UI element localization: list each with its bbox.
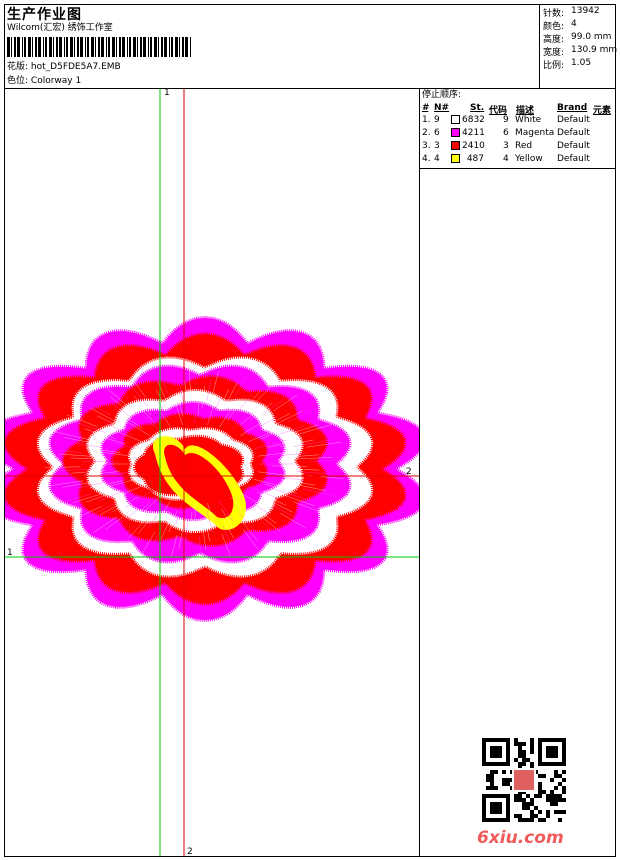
stat-stitches-value: 13942 [571, 6, 600, 16]
stat-ratio-label: 比例: [543, 61, 565, 71]
stat-width-label: 宽度: [543, 48, 565, 58]
row-code: 9 [503, 115, 509, 125]
page-title: 生产作业图 [7, 7, 82, 23]
studio-name: Wilcom(汇宏) 绣饰工作室 [7, 23, 113, 33]
barcode [7, 37, 191, 57]
stat-width-value: 130.9 mm [571, 45, 618, 55]
row-brand: Default [557, 154, 590, 164]
row-description: Yellow [515, 154, 543, 164]
seal-icon [514, 770, 534, 790]
stat-colors: 颜色: 4 [543, 19, 577, 32]
row-n: 9 [434, 115, 440, 125]
row-n: 3 [434, 141, 440, 151]
design-canvas [5, 89, 419, 856]
sequence-bottom-divider [419, 168, 616, 169]
axis-label-red-right: 2 [406, 467, 412, 477]
stat-stitches: 针数: 13942 [543, 6, 600, 19]
row-code: 3 [503, 141, 509, 151]
row-n: 6 [434, 128, 440, 138]
row-description: White [515, 115, 542, 125]
embroidery-flower [5, 315, 419, 623]
stat-height-label: 高度: [543, 35, 565, 45]
col-num: # [422, 103, 429, 113]
sequence-row: 4. 4 487 4 Yellow Default [422, 154, 618, 167]
panel-divider [419, 88, 420, 857]
axis-label-green-top: 1 [164, 88, 170, 98]
stat-height-value: 99.0 mm [571, 32, 612, 42]
stats-divider [539, 4, 540, 88]
color-swatch [451, 115, 460, 124]
stat-colors-value: 4 [571, 19, 577, 29]
design-name-row: 花版: hot_D5FDE5A7.EMB [7, 61, 121, 73]
col-brand: Brand [557, 103, 588, 113]
stat-height: 高度: 99.0 mm [543, 32, 611, 45]
sequence-row: 3. 3 2410 3 Red Default [422, 141, 618, 154]
qr-code [482, 738, 566, 822]
row-description: Red [515, 141, 533, 151]
row-num: 4. [422, 154, 431, 164]
sequence-title: 停止顺序: [422, 90, 462, 100]
sequence-row: 2. 6 4211 6 Magenta Default [422, 128, 618, 141]
row-num: 1. [422, 115, 431, 125]
design-name-value: hot_D5FDE5A7.EMB [30, 62, 121, 72]
stat-stitches-label: 针数: [543, 9, 565, 19]
axis-label-red-bottom: 2 [187, 847, 193, 857]
color-swatch [451, 141, 460, 150]
color-swatch [451, 154, 460, 163]
row-brand: Default [557, 128, 590, 138]
row-n: 4 [434, 154, 440, 164]
row-stitches: 2410 [462, 141, 485, 151]
color-swatch [451, 128, 460, 137]
col-n: N# [434, 103, 450, 113]
row-brand: Default [557, 141, 590, 151]
row-stitches: 6832 [462, 115, 485, 125]
colorway-label: 色位: [7, 76, 29, 86]
axis-label-green-left: 1 [7, 548, 13, 558]
row-description: Magenta [515, 128, 555, 138]
stat-ratio: 比例: 1.05 [543, 58, 591, 71]
row-num: 3. [422, 141, 431, 151]
stat-width: 宽度: 130.9 mm [543, 45, 617, 58]
stat-colors-label: 颜色: [543, 22, 565, 32]
sequence-row: 1. 9 6832 9 White Default [422, 115, 618, 128]
row-stitches: 487 [466, 154, 484, 164]
row-brand: Default [557, 115, 590, 125]
row-code: 6 [503, 128, 509, 138]
row-num: 2. [422, 128, 431, 138]
row-code: 4 [503, 154, 509, 164]
colorway-row: 色位: Colorway 1 [7, 75, 81, 87]
design-name-label: 花版: [7, 62, 29, 72]
watermark-logo: 6xiu.com [477, 828, 564, 848]
stat-ratio-value: 1.05 [571, 58, 592, 68]
colorway-value: Colorway 1 [30, 76, 82, 86]
row-stitches: 4211 [462, 128, 485, 138]
col-st: St. [470, 103, 485, 113]
